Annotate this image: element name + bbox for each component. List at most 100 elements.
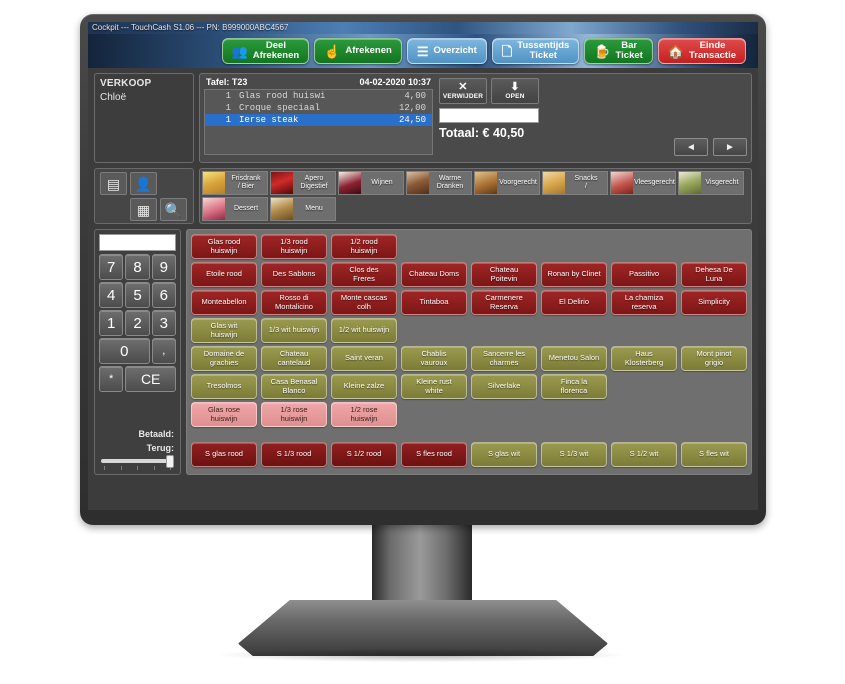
search-icon[interactable]: 🔍 (160, 198, 187, 221)
product-button[interactable]: Haus Klosterberg (611, 346, 677, 371)
bar-ticket-button[interactable]: 🍺 Bar Ticket (584, 38, 653, 64)
ticket-line[interactable]: 1 Glas rood huiswi 4,00 (205, 90, 432, 102)
ticket-line[interactable]: 1 Croque speciaal 12,00 (205, 102, 432, 114)
ticket-amount-input[interactable] (439, 108, 539, 123)
product-button[interactable]: Etoile rood (191, 262, 257, 287)
product-button[interactable]: S 1/3 wit (541, 442, 607, 467)
numpad-key-3[interactable]: 3 (151, 310, 176, 336)
product-button[interactable]: Kleine zalze (331, 374, 397, 399)
product-button[interactable]: Domaine de grachies (191, 346, 257, 371)
product-button[interactable]: 1/2 rose huiswijn (331, 402, 397, 427)
numpad-key-comma[interactable]: , (151, 338, 176, 364)
quantity-slider[interactable] (99, 455, 176, 470)
product-button[interactable]: S fles wit (681, 442, 747, 467)
category-label: Wijnen (371, 179, 393, 186)
product-button[interactable]: Saint veran (331, 346, 397, 371)
ticket-panel: Tafel: T23 04-02-2020 10:37 1 Glas rood … (199, 73, 752, 163)
category-button-dessert[interactable]: Dessert (202, 197, 268, 221)
category-button-apero-digestief[interactable]: Apero Digestief (270, 171, 336, 195)
product-button[interactable]: 1/3 rood huiswijn (261, 234, 327, 259)
numpad-key-0[interactable]: 0 (99, 338, 150, 364)
ticket-line-qty: 1 (225, 91, 231, 101)
overzicht-button[interactable]: ☰ Overzicht (406, 38, 487, 64)
product-button[interactable]: Dehesa De Luna (681, 262, 747, 287)
product-button[interactable]: S glas rood (191, 442, 257, 467)
product-button[interactable]: Chateau cantelaud (261, 346, 327, 371)
product-button[interactable]: Tintaboa (401, 290, 467, 315)
numpad-key-asterisk[interactable]: * (99, 366, 124, 392)
ticket-line-selected[interactable]: 1 Ierse steak 24,50 (205, 114, 432, 126)
product-button[interactable]: Rosso di Montalicino (261, 290, 327, 315)
product-button[interactable]: Kleine rust white (401, 374, 467, 399)
product-button[interactable]: Finca la florenca (541, 374, 607, 399)
numpad-key-9[interactable]: 9 (151, 254, 176, 280)
product-button[interactable]: Glas rood huiswijn (191, 234, 257, 259)
product-button[interactable]: S 1/2 rood (331, 442, 397, 467)
category-button-wijnen[interactable]: Wijnen (338, 171, 404, 195)
product-button[interactable]: Menetou Salon (541, 346, 607, 371)
product-button[interactable]: Chateau Poitevin (471, 262, 537, 287)
category-label: Voorgerecht (499, 179, 537, 186)
ticket-line-list[interactable]: 1 Glas rood huiswi 4,00 1 Croque speciaa… (204, 89, 433, 155)
product-button[interactable]: Passitivo (611, 262, 677, 287)
numpad-key-4[interactable]: 4 (99, 282, 124, 308)
numpad-key-2[interactable]: 2 (125, 310, 150, 336)
numpad-key-5[interactable]: 5 (125, 282, 150, 308)
tussentijds-ticket-button[interactable]: 🗋 Tussentijds Ticket (491, 38, 580, 64)
prev-page-button[interactable]: ◄ (674, 138, 708, 156)
category-button-menu[interactable]: Menu (270, 197, 336, 221)
product-button[interactable]: Tresolmos (191, 374, 257, 399)
slider-knob[interactable] (166, 455, 174, 468)
numpad-key-1[interactable]: 1 (99, 310, 124, 336)
product-button[interactable]: 1/3 wit huiswijn (261, 318, 327, 343)
product-button[interactable]: 1/2 rood huiswijn (331, 234, 397, 259)
product-button[interactable]: Des Sablons (261, 262, 327, 287)
numpad-display[interactable] (99, 234, 176, 251)
numpad-key-8[interactable]: 8 (125, 254, 150, 280)
product-button[interactable]: 1/2 wit huiswijn (331, 318, 397, 343)
product-grid: Glas rood huiswijn 1/3 rood huiswijn 1/2… (186, 229, 752, 475)
verwijder-button[interactable]: ✕ VERWIJDER (439, 78, 487, 104)
product-button[interactable]: S fles rood (401, 442, 467, 467)
product-button[interactable]: Chablis vauroux (401, 346, 467, 371)
product-button[interactable]: Simplicity (681, 290, 747, 315)
open-button[interactable]: ⬇ OPEN (491, 78, 539, 104)
product-button[interactable]: S 1/2 wit (611, 442, 677, 467)
next-page-button[interactable]: ► (713, 138, 747, 156)
category-button-frisdrank-bier[interactable]: Frisdrank / Bier (202, 171, 268, 195)
numpad-key-7[interactable]: 7 (99, 254, 124, 280)
category-panel: Frisdrank / Bier Apero Digestief Wijnen … (199, 168, 752, 224)
category-button-vleesgerecht[interactable]: Vleesgerecht (610, 171, 676, 195)
product-button[interactable]: S 1/3 rood (261, 442, 327, 467)
product-button[interactable]: Carmenere Reserva (471, 290, 537, 315)
product-button[interactable]: Glas rose huiswijn (191, 402, 257, 427)
category-button-voorgerecht[interactable]: Voorgerecht (474, 171, 540, 195)
product-button[interactable]: Casa Benasal Blanco (261, 374, 327, 399)
deel-afrekenen-button[interactable]: 👥 Deel Afrekenen (221, 38, 310, 64)
product-button[interactable]: La chamiza reserva (611, 290, 677, 315)
product-button[interactable]: Silverlake (471, 374, 537, 399)
product-button[interactable]: S glas wit (471, 442, 537, 467)
product-button[interactable]: Mont pinot grigio (681, 346, 747, 371)
product-button[interactable]: Monteabellon (191, 290, 257, 315)
category-button-warme-dranken[interactable]: Warme Dranken (406, 171, 472, 195)
ticket-line-qty: 1 (225, 115, 231, 125)
calculator-icon[interactable]: ▦ (130, 198, 157, 221)
category-button-visgerecht[interactable]: Visgerecht (678, 171, 744, 195)
user-icon[interactable]: 👤 (130, 172, 157, 195)
deel-afrekenen-label: Deel Afrekenen (252, 39, 300, 61)
product-button[interactable]: Chateau Doms (401, 262, 467, 287)
product-button[interactable]: Monte cascas colh (331, 290, 397, 315)
product-button[interactable]: El Delirio (541, 290, 607, 315)
product-button[interactable]: 1/3 rose huiswijn (261, 402, 327, 427)
product-button[interactable]: Sancerre les charmes (471, 346, 537, 371)
afrekenen-button[interactable]: ☝ Afrekenen (314, 38, 402, 64)
category-button-snacks[interactable]: Snacks / (542, 171, 608, 195)
cash-register-icon[interactable]: ▤ (100, 172, 127, 195)
einde-transactie-button[interactable]: 🏠 Einde Transactie (657, 38, 746, 64)
numpad-key-ce[interactable]: CE (125, 366, 176, 392)
numpad-key-6[interactable]: 6 (151, 282, 176, 308)
product-button[interactable]: Clos des Freres (331, 262, 397, 287)
product-button[interactable]: Ronan by Clinet (541, 262, 607, 287)
product-button[interactable]: Glas wit huiswijn (191, 318, 257, 343)
